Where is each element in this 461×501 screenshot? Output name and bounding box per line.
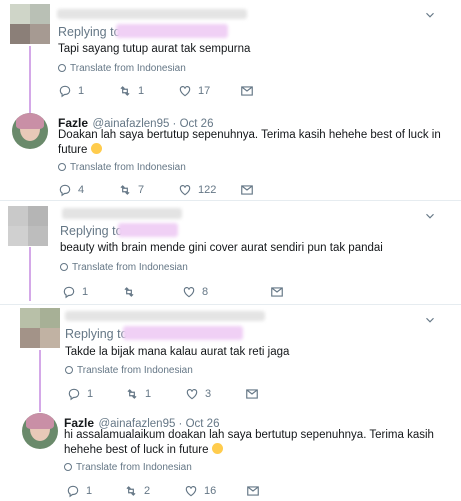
avatar[interactable] (22, 413, 58, 449)
retweet-button[interactable] (122, 284, 142, 300)
reply-button[interactable]: 1 (66, 483, 92, 499)
dm-button[interactable] (246, 483, 266, 499)
like-button[interactable]: 17 (178, 83, 210, 99)
replying-to: Replying to (65, 327, 128, 341)
reply-button[interactable]: 1 (67, 386, 93, 402)
tweet-text: beauty with brain mende gini cover aurat… (60, 242, 383, 254)
avatar[interactable] (10, 4, 50, 44)
translate-link[interactable]: Translate from Indonesian (58, 162, 186, 173)
redacted-name (62, 208, 182, 219)
reply-button[interactable]: 1 (58, 83, 84, 99)
tweet-4[interactable]: Replying to Takde la bijak mana kalau au… (0, 305, 461, 405)
tweet-text: hi assalamualaikum doakan lah saya bertu… (64, 429, 434, 456)
tweet-3[interactable]: Replying to beauty with brain mende gini… (0, 201, 461, 304)
reply-button[interactable]: 4 (58, 182, 84, 198)
retweet-icon (118, 183, 132, 197)
replying-to: Replying to (58, 25, 121, 39)
smile-emoji-icon (211, 443, 223, 454)
action-bar: 1 1 3 (67, 386, 427, 402)
like-icon (178, 84, 192, 98)
redacted-handle (116, 24, 228, 38)
retweet-button[interactable]: 1 (125, 386, 151, 402)
reply-icon (58, 183, 72, 197)
reply-icon (66, 484, 80, 498)
like-button[interactable]: 122 (178, 182, 216, 198)
avatar[interactable] (12, 113, 48, 149)
translate-link[interactable]: Translate from Indonesian (60, 262, 188, 273)
action-bar: 1 8 (62, 284, 422, 300)
like-button[interactable]: 16 (184, 483, 216, 499)
dm-button[interactable] (245, 386, 265, 402)
globe-icon (64, 463, 72, 471)
dm-icon (240, 84, 254, 98)
reply-button[interactable]: 1 (62, 284, 88, 300)
smile-emoji-icon (90, 143, 102, 154)
tweet-2[interactable]: Fazle @ainafazlen95 · Oct 26 Doakan lah … (0, 105, 461, 200)
retweet-icon (122, 285, 136, 299)
like-icon (184, 484, 198, 498)
like-icon (178, 183, 192, 197)
action-bar: 1 1 17 (58, 83, 418, 99)
redacted-handle (123, 326, 243, 340)
retweet-button[interactable]: 2 (124, 483, 150, 499)
retweet-icon (125, 387, 139, 401)
dm-button[interactable] (240, 182, 260, 198)
thread-line (39, 350, 41, 412)
thread-line (29, 46, 31, 114)
replying-to: Replying to (60, 224, 123, 238)
translate-link[interactable]: Translate from Indonesian (58, 63, 186, 74)
globe-icon (60, 263, 68, 271)
thread-line (29, 247, 31, 301)
action-bar: 4 7 122 (58, 182, 418, 198)
dm-icon (245, 387, 259, 401)
retweet-button[interactable]: 7 (118, 182, 144, 198)
translate-link[interactable]: Translate from Indonesian (64, 462, 192, 473)
dm-button[interactable] (240, 83, 260, 99)
reply-icon (67, 387, 81, 401)
reply-icon (58, 84, 72, 98)
tweet-1[interactable]: Replying to Tapi sayang tutup aurat tak … (0, 0, 461, 105)
chevron-down-icon[interactable] (423, 313, 437, 327)
redacted-name (57, 9, 247, 19)
like-icon (185, 387, 199, 401)
globe-icon (58, 64, 66, 72)
redacted-name (65, 311, 265, 321)
retweet-button[interactable]: 1 (118, 83, 144, 99)
translate-link[interactable]: Translate from Indonesian (65, 365, 193, 376)
globe-icon (58, 163, 66, 171)
tweet-text: Tapi sayang tutup aurat tak sempurna (58, 43, 251, 55)
dm-button[interactable] (270, 284, 290, 300)
dm-icon (246, 484, 260, 498)
chevron-down-icon[interactable] (423, 209, 437, 223)
avatar[interactable] (20, 308, 60, 348)
like-icon (182, 285, 196, 299)
tweet-text: Doakan lah saya bertutup sepenuhnya. Ter… (58, 129, 441, 156)
tweet-5[interactable]: Fazle @ainafazlen95 · Oct 26 hi assalamu… (0, 405, 461, 501)
action-bar: 1 2 16 (66, 483, 426, 499)
dm-icon (270, 285, 284, 299)
avatar[interactable] (8, 206, 48, 246)
dm-icon (240, 183, 254, 197)
retweet-icon (124, 484, 138, 498)
reply-icon (62, 285, 76, 299)
redacted-handle (118, 223, 178, 237)
like-button[interactable]: 3 (185, 386, 211, 402)
tweet-text: Takde la bijak mana kalau aurat tak reti… (65, 346, 290, 358)
retweet-icon (118, 84, 132, 98)
like-button[interactable]: 8 (182, 284, 208, 300)
globe-icon (65, 366, 73, 374)
chevron-down-icon[interactable] (423, 8, 437, 22)
